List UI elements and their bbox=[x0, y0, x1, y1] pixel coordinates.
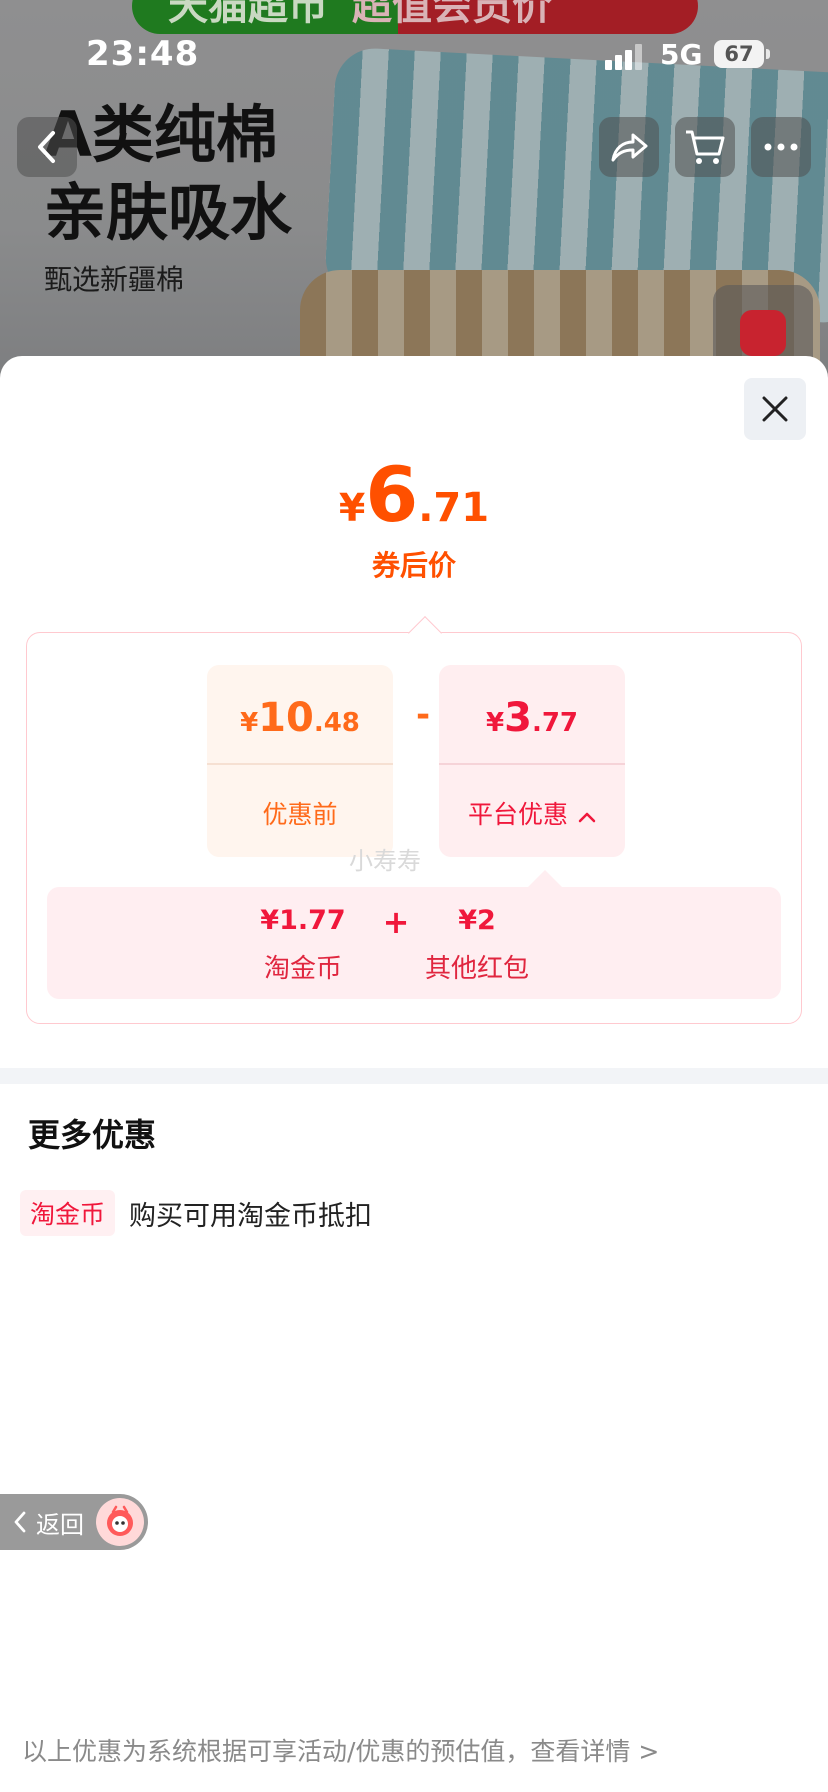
before-discount-label: 优惠前 bbox=[262, 800, 338, 829]
chevron-up-icon bbox=[578, 812, 596, 823]
more-button[interactable] bbox=[751, 117, 811, 177]
floating-back-button[interactable]: 返回 bbox=[0, 1494, 148, 1550]
platform-discount-toggle[interactable]: 平台优惠 bbox=[439, 795, 625, 831]
product-headline: A类纯棉 亲肤吸水 bbox=[44, 98, 293, 249]
section-divider bbox=[0, 1068, 828, 1084]
before-discount-card: ¥10.48 优惠前 bbox=[207, 665, 393, 857]
more-offers-title: 更多优惠 bbox=[28, 1116, 157, 1154]
promo-banner: 天猫超市 超值会员价 bbox=[132, 0, 698, 34]
platform-discount-label: 平台优惠 bbox=[468, 800, 569, 829]
more-offer-item[interactable]: 淘金币 购买可用淘金币抵扣 bbox=[20, 1190, 372, 1236]
offer-tag: 淘金币 bbox=[20, 1190, 116, 1236]
price-breakdown-box: ¥10.48 优惠前 - ¥3.77 平台优惠 小寿寿 ¥1.77 淘金币 + bbox=[26, 616, 802, 1024]
back-chevron-icon bbox=[14, 1511, 26, 1533]
platform-discount-amount: ¥3.77 bbox=[486, 695, 578, 741]
watermark-text: 小寿寿 bbox=[349, 847, 421, 875]
back-button[interactable] bbox=[17, 117, 77, 177]
estimate-footnote-link[interactable]: 以上优惠为系统根据可享活动/优惠的预估值，查看详情 > bbox=[22, 1732, 659, 1768]
battery-icon: 67 bbox=[714, 40, 770, 68]
assistant-avatar-icon[interactable] bbox=[96, 1498, 144, 1546]
status-bar: 23:48 5G 67 bbox=[0, 30, 828, 80]
floating-back-label: 返回 bbox=[36, 1510, 84, 1539]
taojinbi-discount: ¥1.77 淘金币 bbox=[260, 905, 346, 984]
final-price-label: 券后价 bbox=[371, 549, 456, 582]
network-type: 5G bbox=[660, 38, 703, 71]
offer-text: 购买可用淘金币抵扣 bbox=[129, 1200, 373, 1232]
product-subline: 甄选新疆棉 bbox=[44, 263, 185, 296]
minus-operator: - bbox=[415, 695, 431, 735]
discount-breakdown-detail: ¥1.77 淘金币 + ¥2 其他红包 bbox=[47, 870, 781, 999]
share-icon bbox=[611, 133, 648, 162]
cart-button[interactable] bbox=[675, 117, 735, 177]
platform-discount-card[interactable]: ¥3.77 平台优惠 bbox=[439, 665, 625, 857]
signal-icon bbox=[605, 44, 643, 70]
other-redpacket-discount: ¥2 其他红包 bbox=[424, 905, 529, 984]
cart-icon bbox=[686, 130, 725, 164]
before-discount-amount: ¥10.48 bbox=[240, 695, 360, 741]
share-button[interactable] bbox=[599, 117, 659, 177]
back-chevron-icon bbox=[38, 131, 55, 163]
product-detail-background: 天猫超市 超值会员价 A类纯棉 亲肤吸水 甄选新疆棉 23:48 5G 67 bbox=[0, 0, 828, 380]
close-icon bbox=[762, 396, 788, 422]
more-icon bbox=[764, 143, 798, 151]
status-time: 23:48 bbox=[86, 34, 200, 74]
close-button[interactable] bbox=[744, 378, 806, 440]
price-detail-sheet: ¥6.71 券后价 ¥10.48 优惠前 - ¥3.77 平台优惠 小寿寿 ¥1… bbox=[0, 356, 828, 1792]
final-price: ¥6.71 bbox=[338, 450, 490, 539]
